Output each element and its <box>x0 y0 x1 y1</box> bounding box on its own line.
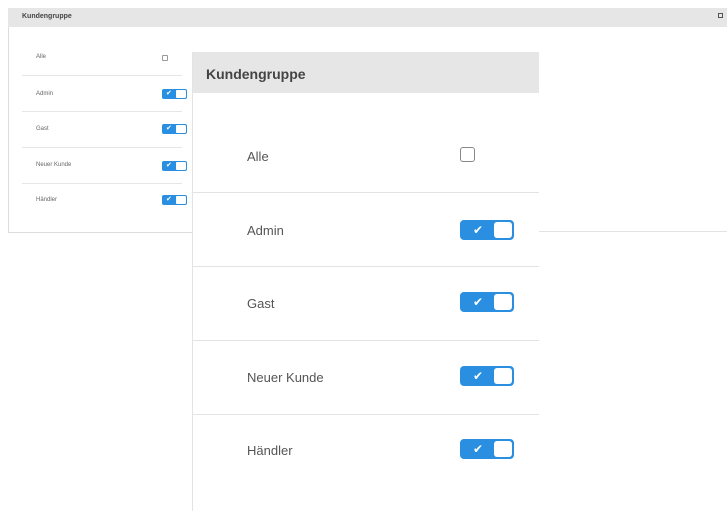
large-row-label: Alle <box>247 149 269 164</box>
toggle-knob <box>176 196 186 204</box>
small-row-haendler: Händler ✔ <box>22 184 187 220</box>
check-icon: ✔ <box>166 196 172 203</box>
check-icon: ✔ <box>473 295 484 309</box>
small-haendler-toggle[interactable]: ✔ <box>162 195 187 205</box>
toggle-knob <box>494 441 512 457</box>
toggle-knob <box>176 125 186 133</box>
small-panel-left-border <box>8 27 9 233</box>
check-icon: ✔ <box>166 90 172 97</box>
check-icon: ✔ <box>473 223 484 237</box>
large-row-neuer-kunde: Neuer Kunde ✔ <box>193 341 539 415</box>
large-row-haendler: Händler ✔ <box>193 415 539 489</box>
small-row-admin: Admin ✔ <box>22 76 187 112</box>
large-row-label: Admin <box>247 223 284 238</box>
small-panel-title: Kundengruppe <box>22 13 72 20</box>
large-row-label: Händler <box>247 443 293 458</box>
small-panel-header: Kundengruppe <box>8 8 727 27</box>
large-row-alle: Alle <box>193 119 539 193</box>
check-icon: ✔ <box>166 125 172 132</box>
check-icon: ✔ <box>166 162 172 169</box>
toggle-knob <box>176 162 186 170</box>
large-row-label: Gast <box>247 296 275 311</box>
small-row-label: Admin <box>36 91 54 97</box>
small-row-label: Händler <box>36 197 58 203</box>
large-row-gast: Gast ✔ <box>193 267 539 341</box>
admin-toggle[interactable]: ✔ <box>460 220 514 240</box>
small-gast-toggle[interactable]: ✔ <box>162 124 187 134</box>
small-row-neuer-kunde: Neuer Kunde ✔ <box>22 148 187 184</box>
small-row-label: Gast <box>36 126 49 132</box>
check-icon: ✔ <box>473 369 484 383</box>
small-neuer-kunde-toggle[interactable]: ✔ <box>162 161 187 171</box>
small-admin-toggle[interactable]: ✔ <box>162 89 187 99</box>
check-icon: ✔ <box>473 442 484 456</box>
large-kundengruppe-panel: Kundengruppe Alle Admin ✔ Gast ✔ Neuer K… <box>192 52 539 511</box>
large-panel-title: Kundengruppe <box>206 66 306 82</box>
small-row-alle: Alle <box>22 40 182 76</box>
maximize-icon[interactable] <box>718 13 723 18</box>
large-row-label: Neuer Kunde <box>247 370 324 385</box>
gast-toggle[interactable]: ✔ <box>460 292 514 312</box>
toggle-knob <box>176 90 186 98</box>
toggle-knob <box>494 222 512 238</box>
haendler-toggle[interactable]: ✔ <box>460 439 514 459</box>
large-row-admin: Admin ✔ <box>193 193 539 267</box>
small-alle-checkbox[interactable] <box>162 55 168 61</box>
alle-checkbox[interactable] <box>460 147 475 162</box>
toggle-knob <box>494 294 512 310</box>
small-row-gast: Gast ✔ <box>22 112 187 148</box>
divider-line <box>538 231 727 232</box>
small-row-label: Neuer Kunde <box>36 162 72 168</box>
large-panel-header: Kundengruppe <box>193 52 539 93</box>
small-panel-bottom-border <box>8 232 192 233</box>
small-row-label: Alle <box>36 54 47 60</box>
toggle-knob <box>494 368 512 384</box>
neuer-kunde-toggle[interactable]: ✔ <box>460 366 514 386</box>
